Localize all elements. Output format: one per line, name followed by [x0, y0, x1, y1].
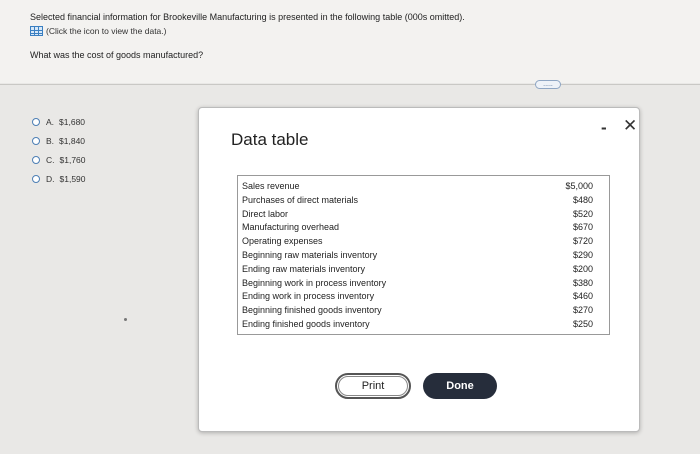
radio-icon[interactable]: [32, 174, 40, 183]
question-text: What was the cost of goods manufactured?: [30, 50, 204, 60]
option-letter: B.: [46, 135, 55, 146]
divider: [0, 84, 700, 85]
option-c[interactable]: C. $1,760: [32, 150, 86, 169]
table-row: Sales revenue $5,000: [242, 181, 593, 195]
row-label: Beginning finished goods inventory: [242, 305, 382, 316]
data-link[interactable]: (Click the icon to view the data.): [30, 26, 166, 36]
row-label: Operating expenses: [242, 236, 323, 247]
table-row: Beginning work in process inventory $380: [242, 278, 593, 292]
data-link-hint[interactable]: (Click the icon to view the data.): [46, 26, 166, 36]
option-value: $1,680: [59, 116, 86, 127]
radio-icon[interactable]: [32, 136, 40, 145]
done-button[interactable]: Done: [423, 373, 497, 399]
data-table: Sales revenue $5,000 Purchases of direct…: [237, 175, 610, 335]
row-label: Ending raw materials inventory: [242, 263, 366, 274]
data-table-dialog: Data table - ✕ Sales revenue $5,000 Purc…: [198, 107, 640, 432]
table-row: Beginning finished goods inventory $270: [242, 305, 593, 319]
row-value: $670: [572, 222, 593, 233]
radio-icon[interactable]: [32, 117, 40, 126]
option-letter: A.: [46, 116, 55, 127]
answer-options: A. $1,680 B. $1,840 C. $1,760 D. $1,590: [32, 112, 86, 188]
table-row: Ending work in process inventory $460: [242, 291, 593, 305]
table-row: Operating expenses $720: [242, 236, 593, 250]
question-header: Selected financial information for Brook…: [0, 0, 700, 83]
row-label: Manufacturing overhead: [242, 222, 340, 233]
minimize-icon[interactable]: -: [601, 118, 607, 138]
row-label: Beginning raw materials inventory: [242, 250, 378, 260]
row-label: Direct labor: [242, 208, 289, 219]
option-d[interactable]: D. $1,590: [32, 169, 86, 188]
row-label: Ending work in process inventory: [242, 291, 375, 302]
row-label: Beginning work in process inventory: [242, 277, 387, 288]
option-value: $1,760: [59, 154, 86, 165]
print-button[interactable]: Print: [335, 373, 411, 399]
table-row: Ending finished goods inventory $250: [242, 319, 593, 333]
option-b[interactable]: B. $1,840: [32, 131, 86, 150]
row-value: $380: [572, 277, 593, 288]
row-value: $200: [572, 263, 593, 274]
row-value: $480: [572, 194, 593, 205]
option-value: $1,590: [59, 173, 86, 184]
table-row: Ending raw materials inventory $200: [242, 264, 593, 278]
option-letter: D.: [46, 173, 55, 184]
radio-icon[interactable]: [32, 155, 40, 164]
dialog-title: Data table: [231, 130, 309, 149]
row-label: Ending finished goods inventory: [242, 319, 370, 329]
row-value: $460: [572, 291, 593, 302]
expand-button[interactable]: .....: [535, 80, 561, 89]
row-value: $520: [572, 208, 593, 219]
table-row: Purchases of direct materials $480: [242, 195, 593, 209]
option-value: $1,840: [59, 135, 86, 146]
row-label: Purchases of direct materials: [242, 194, 359, 205]
close-icon[interactable]: ✕: [623, 116, 637, 136]
option-letter: C.: [46, 154, 55, 165]
option-a[interactable]: A. $1,680: [32, 112, 86, 131]
row-value: $250: [572, 319, 593, 329]
table-row: Beginning raw materials inventory $290: [242, 250, 593, 264]
intro-text: Selected financial information for Brook…: [30, 12, 465, 22]
table-icon[interactable]: [30, 26, 43, 36]
row-value: $720: [572, 236, 593, 247]
cursor-dot: [124, 318, 127, 321]
row-value: $270: [572, 305, 593, 316]
table-row: Direct labor $520: [242, 209, 593, 223]
row-value: $5,000: [565, 181, 593, 191]
row-label: Sales revenue: [242, 181, 300, 191]
row-value: $290: [572, 250, 593, 260]
table-row: Manufacturing overhead $670: [242, 222, 593, 236]
